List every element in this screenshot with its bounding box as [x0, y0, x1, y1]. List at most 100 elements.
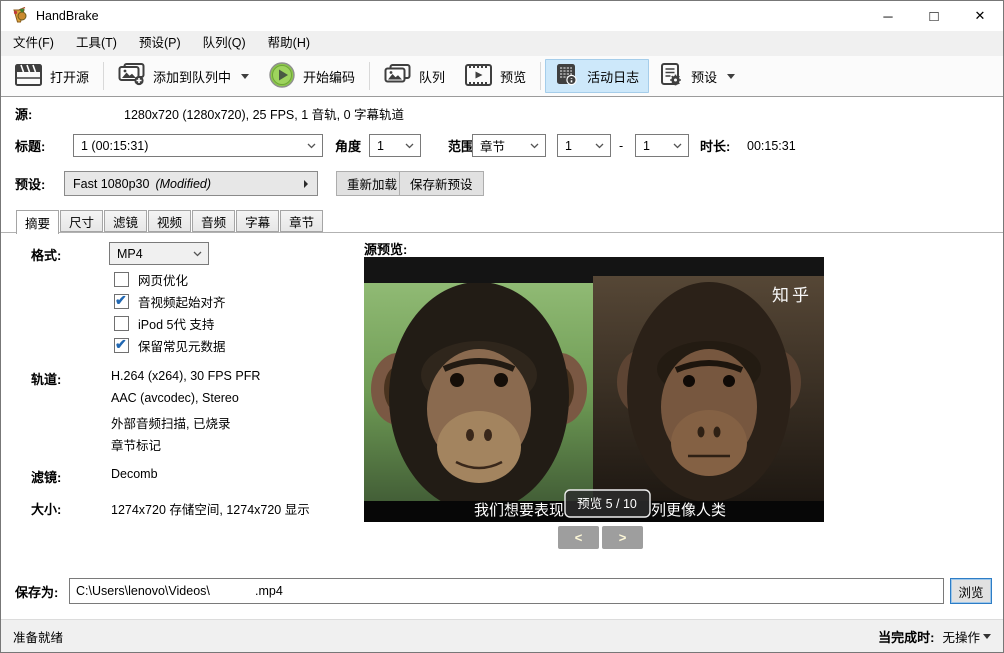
menu-item-help[interactable]: 帮助(H) [257, 31, 321, 56]
next-preview-button[interactable]: > [602, 526, 643, 549]
queue-label: 队列 [419, 67, 445, 86]
chevron-down-icon [530, 143, 539, 149]
when-done-dropdown[interactable]: 无操作 [942, 627, 991, 646]
title-bar: HandBrake ─ □ ✕ [1, 1, 1003, 31]
presets-button[interactable]: 预设 [649, 59, 745, 93]
tracks-label: 轨道: [31, 369, 61, 388]
web-optimized-checkbox-row[interactable]: 网页优化 [114, 269, 188, 289]
open-source-label: 打开源 [50, 67, 89, 86]
preset-label-wrap: 预设: [15, 171, 45, 196]
chevron-down-icon [193, 251, 202, 257]
open-source-button[interactable]: 打开源 [5, 59, 99, 93]
angle-select[interactable]: 1 [369, 134, 421, 157]
maximize-button[interactable]: □ [911, 1, 957, 31]
checkbox-label: 网页优化 [138, 270, 188, 289]
track-subtitle: 外部音频扫描, 已烧录 [111, 413, 230, 432]
browse-label: 浏览 [958, 582, 983, 601]
range-separator: - [619, 134, 623, 157]
source-label: 源: [15, 104, 32, 123]
av-align-checkbox-row[interactable]: 音视频起始对齐 [114, 291, 226, 311]
track-audio: AAC (avcodec), Stereo [111, 391, 239, 405]
queue-button[interactable]: 队列 [374, 59, 455, 93]
preset-dropdown-button[interactable]: Fast 1080p30 (Modified) [64, 171, 318, 196]
ipod-support-checkbox-row[interactable]: iPod 5代 支持 [114, 313, 214, 333]
chevron-down-icon [405, 143, 414, 149]
menu-item-queue[interactable]: 队列(Q) [192, 31, 257, 56]
range-end-value: 1 [643, 139, 650, 153]
menu-item-presets[interactable]: 预设(P) [128, 31, 192, 56]
subtitle-text-right: 列更像人类 [651, 502, 726, 519]
filters-label: 滤镜: [31, 467, 61, 486]
format-label: 格式: [31, 245, 61, 264]
source-preview-label-wrap: 源预览: [364, 239, 407, 258]
size-label-wrap: 大小: [31, 499, 61, 518]
format-select[interactable]: MP4 [109, 242, 209, 265]
range-type-select[interactable]: 章节 [472, 134, 546, 157]
tab-audio[interactable]: 音频 [192, 210, 235, 232]
minimize-button[interactable]: ─ [865, 1, 911, 31]
browse-button[interactable]: 浏览 [950, 578, 992, 604]
preset-modified-flag: (Modified) [155, 177, 211, 191]
when-done-label: 当完成时: [878, 627, 934, 646]
save-new-preset-label: 保存新预设 [410, 174, 473, 193]
toolbar-separator [540, 62, 541, 90]
dropdown-arrow-icon [983, 634, 991, 639]
preset-label: 预设: [15, 174, 45, 193]
when-done-value: 无操作 [942, 627, 980, 646]
range-start-value: 1 [565, 139, 572, 153]
subtitle-text-left: 我们想要表现 [474, 502, 564, 519]
document-gear-icon [659, 63, 683, 89]
checkbox[interactable] [114, 272, 129, 287]
preview-counter-overlay: 预览 5 / 10 [577, 496, 637, 511]
source-preview-image: 知乎 我们想要表现 列更像人类 预览 5 / 10 [364, 257, 824, 522]
checkbox[interactable] [114, 294, 129, 309]
track-line: AAC (avcodec), Stereo [111, 391, 239, 405]
format-label-wrap: 格式: [31, 243, 61, 265]
tab-dimensions[interactable]: 尺寸 [60, 210, 103, 232]
tracks-label-wrap: 轨道: [31, 369, 61, 388]
expand-right-icon [303, 179, 309, 189]
preview-button[interactable]: 预览 [455, 59, 536, 93]
clapperboard-icon [15, 64, 42, 89]
toolbar-separator [103, 62, 104, 90]
save-as-label-wrap: 保存为: [15, 581, 58, 601]
size-value-wrap: 1274x720 存储空间, 1274x720 显示 [111, 499, 310, 518]
window-controls: ─ □ ✕ [865, 1, 1003, 31]
reload-preset-button[interactable]: 重新加载 [336, 171, 408, 196]
tab-chapters[interactable]: 章节 [280, 210, 323, 232]
tab-filters[interactable]: 滤镜 [104, 210, 147, 232]
start-encode-button[interactable]: 开始编码 [259, 59, 365, 93]
previous-preview-button[interactable]: < [558, 526, 599, 549]
duration-value-wrap: 00:15:31 [747, 134, 796, 157]
duration-value: 00:15:31 [747, 139, 796, 153]
range-end-select[interactable]: 1 [635, 134, 689, 157]
keep-metadata-checkbox-row[interactable]: 保留常见元数据 [114, 335, 226, 355]
angle-label: 角度 [335, 136, 361, 155]
menu-item-tools[interactable]: 工具(T) [65, 31, 128, 56]
source-info-text: 1280x720 (1280x720), 25 FPS, 1 音轨, 0 字幕轨… [124, 104, 404, 123]
menu-item-file[interactable]: 文件(F) [2, 31, 65, 56]
save-new-preset-button[interactable]: 保存新预设 [399, 171, 484, 196]
title-label: 标题: [15, 136, 45, 155]
dropdown-arrow-icon [727, 74, 735, 79]
tab-video[interactable]: 视频 [148, 210, 191, 232]
tab-subtitles[interactable]: 字幕 [236, 210, 279, 232]
add-to-queue-button[interactable]: 添加到队列中 [108, 59, 259, 93]
title-select[interactable]: 1 (00:15:31) [73, 134, 323, 157]
checkbox[interactable] [114, 316, 129, 331]
size-label: 大小: [31, 499, 61, 518]
tab-summary[interactable]: 摘要 [16, 210, 59, 234]
close-button[interactable]: ✕ [957, 1, 1003, 31]
dropdown-arrow-icon [241, 74, 249, 79]
range-start-select[interactable]: 1 [557, 134, 611, 157]
save-path-input[interactable] [69, 578, 944, 604]
angle-select-value: 1 [377, 139, 384, 153]
checkbox-label: 音视频起始对齐 [138, 292, 226, 311]
activity-log-button[interactable]: 活动日志 [545, 59, 649, 93]
checkbox[interactable] [114, 338, 129, 353]
track-line: 章节标记 [111, 435, 161, 454]
handbrake-window: HandBrake ─ □ ✕ 文件(F) 工具(T) 预设(P) 队列(Q) … [0, 0, 1004, 653]
add-to-queue-label: 添加到队列中 [153, 67, 231, 86]
track-chapters: 章节标记 [111, 435, 161, 454]
source-info: 1280x720 (1280x720), 25 FPS, 1 音轨, 0 字幕轨… [124, 103, 404, 123]
